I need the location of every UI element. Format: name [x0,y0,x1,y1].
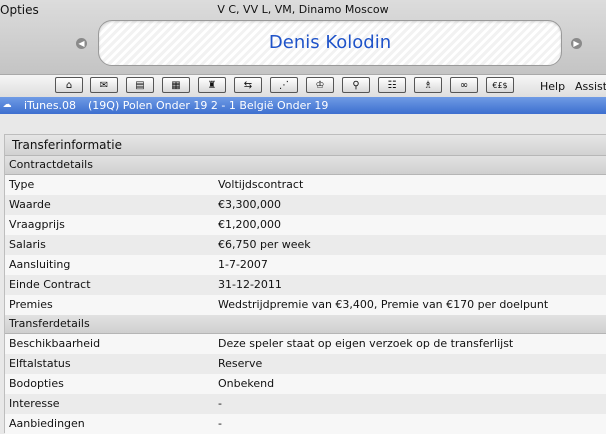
table-row: Vraagprijs €1,200,000 [5,215,606,235]
card-icon[interactable]: ▤ [126,77,154,93]
live-match-score[interactable]: (19Q) Polen Onder 19 2 - 1 België Onder … [88,97,328,114]
mail-icon[interactable]: ✉ [90,77,118,93]
squad-icon[interactable]: ♜ [198,77,226,93]
table-row: Beschikbaarheid Deze speler staat op eige… [5,334,606,354]
assist-link[interactable]: Assist [575,80,606,93]
row-label: Elftalstatus [9,357,71,370]
search-icon[interactable]: ⚲ [342,77,370,93]
player-subtitle: V C, VV L, VM, Dinamo Moscow [217,3,389,16]
table-row: Premies Wedstrijdpremie van €3,400, Premi… [5,295,606,315]
status-bar: ☁ iTunes.08 (19Q) Polen Onder 19 2 - 1 B… [0,97,606,114]
table-row: Type Voltijdscontract [5,175,606,195]
contract-section-header: Contractdetails [5,156,606,175]
clipboard-icon[interactable]: ☷ [378,77,406,93]
table-row: Waarde €3,300,000 [5,195,606,215]
row-value: Voltijdscontract [218,178,304,191]
row-value: €6,750 per week [218,238,311,251]
table-row: Aanbiedingen - [5,414,606,434]
finance-icon[interactable]: €£$ [486,77,514,93]
panel-title: Transferinformatie [5,135,606,156]
row-label: Type [9,178,35,191]
row-value: Reserve [218,357,263,370]
contract-rows: Type Voltijdscontract Waarde €3,300,000 Vr… [5,175,606,315]
row-label: Interesse [9,397,60,410]
player-name-box: Denis Kolodin [98,20,562,66]
table-row: Elftalstatus Reserve [5,354,606,374]
row-value: Deze speler staat op eigen verzoek op de… [218,337,514,350]
header-area: Opties V C, VV L, VM, Dinamo Moscow ◀ De… [0,0,606,74]
home-icon[interactable]: ⌂ [55,77,83,93]
row-value: €1,200,000 [218,218,281,231]
tactics-icon[interactable]: ⋰ [270,77,298,93]
status-cloud-icon: ☁ [2,100,12,110]
row-value: - [218,397,222,410]
table-row: Interesse - [5,394,606,414]
row-label: Aansluiting [9,258,71,271]
row-label: Vraagprijs [9,218,65,231]
now-playing: iTunes.08 [24,99,77,112]
scout-binoculars-icon[interactable]: ∞ [450,77,478,93]
row-value: - [218,417,222,430]
row-value: Onbekend [218,377,275,390]
trophy-icon[interactable]: ♔ [306,77,334,93]
row-label: Salaris [9,238,46,251]
table-row: Einde Contract 31-12-2011 [5,275,606,295]
table-row: Bodopties Onbekend [5,374,606,394]
row-value: 1-7-2007 [218,258,268,271]
row-value: €3,300,000 [218,198,281,211]
toolbar: ⌂ ✉ ▤ ▦ ♜ ⇆ ⋰ ♔ ⚲ ☷ ♗ ∞ €£$ Help Assist [0,74,606,98]
row-label: Waarde [9,198,51,211]
help-link[interactable]: Help [540,80,565,93]
row-value: 31-12-2011 [218,278,282,291]
table-row: Salaris €6,750 per week [5,235,606,255]
row-value: Wedstrijdpremie van €3,400, Premie van €… [218,298,549,311]
row-label: Beschikbaarheid [9,337,101,350]
transfer-info-panel: Transferinformatie Contractdetails Type V… [4,134,606,434]
transfer-section-header: Transferdetails [5,315,606,334]
back-arrow-icon[interactable]: ◀ [76,38,87,49]
row-label: Aanbiedingen [9,417,85,430]
row-label: Einde Contract [9,278,91,291]
calendar-icon[interactable]: ▦ [162,77,190,93]
table-row: Aansluiting 1-7-2007 [5,255,606,275]
forward-arrow-icon[interactable]: ▶ [571,38,582,49]
staff-icon[interactable]: ♗ [414,77,442,93]
row-label: Bodopties [9,377,64,390]
transfer-arrows-icon[interactable]: ⇆ [234,77,262,93]
player-name: Denis Kolodin [268,32,392,53]
row-label: Premies [9,298,53,311]
transfer-rows: Beschikbaarheid Deze speler staat op eige… [5,334,606,434]
